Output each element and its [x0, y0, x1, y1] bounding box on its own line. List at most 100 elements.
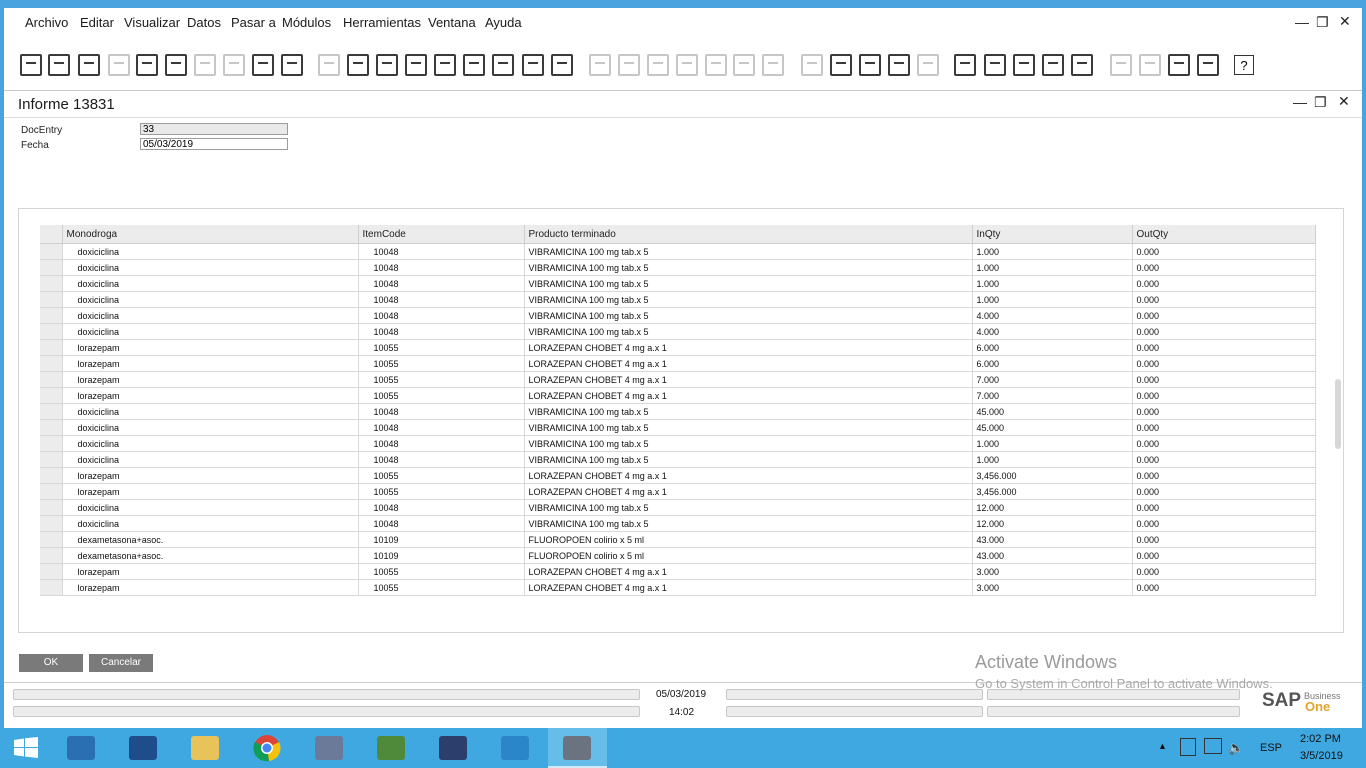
- settings-icon[interactable]: [830, 54, 852, 76]
- cell-outqty[interactable]: 0.000: [1132, 355, 1316, 372]
- cell-itemcode[interactable]: 10048: [358, 243, 525, 260]
- menu-visualizar[interactable]: Visualizar: [124, 15, 180, 30]
- row-selector[interactable]: [40, 355, 63, 372]
- cell-monodroga[interactable]: lorazepam: [62, 467, 359, 484]
- cell-inqty[interactable]: 1.000: [972, 451, 1133, 468]
- refresh-icon[interactable]: [492, 54, 514, 76]
- row-selector[interactable]: [40, 435, 63, 452]
- form-restore-icon[interactable]: ❐: [1314, 94, 1327, 111]
- cell-inqty[interactable]: 1.000: [972, 435, 1133, 452]
- cell-monodroga[interactable]: lorazepam: [62, 371, 359, 388]
- cell-monodroga[interactable]: lorazepam: [62, 355, 359, 372]
- cell-outqty[interactable]: 0.000: [1132, 291, 1316, 308]
- table-row[interactable]: doxiciclina 10048 VIBRAMICINA 100 mg tab.x…: [40, 243, 1316, 260]
- form-close-icon[interactable]: ✕: [1338, 93, 1350, 110]
- cell-itemcode[interactable]: 10055: [358, 339, 525, 356]
- cell-monodroga[interactable]: lorazepam: [62, 339, 359, 356]
- cell-outqty[interactable]: 0.000: [1132, 531, 1316, 548]
- help-icon[interactable]: ?: [1234, 55, 1254, 75]
- cell-inqty[interactable]: 6.000: [972, 355, 1133, 372]
- cell-itemcode[interactable]: 10048: [358, 515, 525, 532]
- approval-icon[interactable]: [954, 54, 976, 76]
- table-row[interactable]: doxiciclina 10048 VIBRAMICINA 100 mg tab.x…: [40, 307, 1316, 324]
- cell-producto[interactable]: LORAZEPAN CHOBET 4 mg a.x 1: [524, 355, 973, 372]
- first-record-icon[interactable]: [376, 54, 398, 76]
- sort-icon[interactable]: [551, 54, 573, 76]
- table-row[interactable]: lorazepam 10055 LORAZEPAN CHOBET 4 mg a.x …: [40, 467, 1316, 484]
- menu-datos[interactable]: Datos: [187, 15, 221, 30]
- row-selector[interactable]: [40, 419, 63, 436]
- tray-language[interactable]: ESP: [1260, 742, 1282, 754]
- move-icon[interactable]: [252, 54, 274, 76]
- cell-inqty[interactable]: 3,456.000: [972, 483, 1133, 500]
- table-row[interactable]: lorazepam 10055 LORAZEPAN CHOBET 4 mg a.x …: [40, 339, 1316, 356]
- table-row[interactable]: doxiciclina 10048 VIBRAMICINA 100 mg tab.x…: [40, 259, 1316, 276]
- cell-monodroga[interactable]: lorazepam: [62, 579, 359, 596]
- fax-icon[interactable]: [136, 54, 158, 76]
- cell-inqty[interactable]: 4.000: [972, 323, 1133, 340]
- row-selector[interactable]: [40, 515, 63, 532]
- cell-outqty[interactable]: 0.000: [1132, 243, 1316, 260]
- row-selector[interactable]: [40, 563, 63, 580]
- cell-producto[interactable]: VIBRAMICINA 100 mg tab.x 5: [524, 291, 973, 308]
- taskbar-app-3[interactable]: [424, 728, 483, 768]
- tray-expand-icon[interactable]: ▲: [1158, 741, 1167, 751]
- cell-producto[interactable]: FLUOROPOEN colirio x 5 ml: [524, 547, 973, 564]
- taskbar-powershell[interactable]: [114, 728, 173, 768]
- cell-inqty[interactable]: 6.000: [972, 339, 1133, 356]
- row-selector[interactable]: [40, 499, 63, 516]
- taskbar-app-2[interactable]: [362, 728, 421, 768]
- menu-modulos[interactable]: Módulos: [282, 15, 331, 30]
- target-document-icon[interactable]: [618, 54, 640, 76]
- cell-monodroga[interactable]: doxiciclina: [62, 307, 359, 324]
- cell-outqty[interactable]: 0.000: [1132, 275, 1316, 292]
- menu-pasar-a[interactable]: Pasar a: [231, 15, 276, 30]
- row-selector[interactable]: [40, 291, 63, 308]
- cell-itemcode[interactable]: 10048: [358, 403, 525, 420]
- cell-inqty[interactable]: 3,456.000: [972, 467, 1133, 484]
- cell-producto[interactable]: VIBRAMICINA 100 mg tab.x 5: [524, 451, 973, 468]
- row-selector[interactable]: [40, 259, 63, 276]
- cell-inqty[interactable]: 3.000: [972, 563, 1133, 580]
- cell-producto[interactable]: VIBRAMICINA 100 mg tab.x 5: [524, 243, 973, 260]
- row-selector[interactable]: [40, 483, 63, 500]
- cell-producto[interactable]: VIBRAMICINA 100 mg tab.x 5: [524, 499, 973, 516]
- cell-itemcode[interactable]: 10048: [358, 451, 525, 468]
- cell-producto[interactable]: LORAZEPAN CHOBET 4 mg a.x 1: [524, 387, 973, 404]
- table-row[interactable]: doxiciclina 10048 VIBRAMICINA 100 mg tab.x…: [40, 499, 1316, 516]
- table-row[interactable]: doxiciclina 10048 VIBRAMICINA 100 mg tab.x…: [40, 275, 1316, 292]
- tray-clock-date[interactable]: 3/5/2019: [1300, 750, 1343, 762]
- app-close-icon[interactable]: ✕: [1339, 13, 1351, 30]
- ok-button[interactable]: OK: [19, 654, 83, 672]
- cell-itemcode[interactable]: 10055: [358, 467, 525, 484]
- taskbar-chrome[interactable]: [238, 728, 297, 768]
- docentry-field[interactable]: 33: [140, 123, 288, 135]
- cell-monodroga[interactable]: doxiciclina: [62, 291, 359, 308]
- previous-record-icon[interactable]: [405, 54, 427, 76]
- cell-outqty[interactable]: 0.000: [1132, 371, 1316, 388]
- table-row[interactable]: doxiciclina 10048 VIBRAMICINA 100 mg tab.x…: [40, 291, 1316, 308]
- tray-network-icon[interactable]: [1204, 738, 1222, 754]
- fecha-field[interactable]: 05/03/2019: [140, 138, 288, 150]
- row-selector[interactable]: [40, 579, 63, 596]
- table-row[interactable]: dexametasona+asoc. 10109 FLUOROPOEN coliri…: [40, 547, 1316, 564]
- cell-inqty[interactable]: 45.000: [972, 403, 1133, 420]
- cell-producto[interactable]: VIBRAMICINA 100 mg tab.x 5: [524, 307, 973, 324]
- cell-producto[interactable]: LORAZEPAN CHOBET 4 mg a.x 1: [524, 563, 973, 580]
- cell-monodroga[interactable]: doxiciclina: [62, 323, 359, 340]
- binoculars-icon[interactable]: [318, 54, 340, 76]
- col-header-itemcode[interactable]: ItemCode: [358, 225, 525, 244]
- table-row[interactable]: doxiciclina 10048 VIBRAMICINA 100 mg tab.x…: [40, 435, 1316, 452]
- cell-producto[interactable]: VIBRAMICINA 100 mg tab.x 5: [524, 323, 973, 340]
- cash-icon[interactable]: [676, 54, 698, 76]
- cell-producto[interactable]: VIBRAMICINA 100 mg tab.x 5: [524, 435, 973, 452]
- row-selector[interactable]: [40, 243, 63, 260]
- table-row[interactable]: lorazepam 10055 LORAZEPAN CHOBET 4 mg a.x …: [40, 371, 1316, 388]
- cell-producto[interactable]: VIBRAMICINA 100 mg tab.x 5: [524, 259, 973, 276]
- cell-monodroga[interactable]: doxiciclina: [62, 419, 359, 436]
- cell-producto[interactable]: LORAZEPAN CHOBET 4 mg a.x 1: [524, 579, 973, 596]
- cell-outqty[interactable]: 0.000: [1132, 339, 1316, 356]
- cell-itemcode[interactable]: 10055: [358, 387, 525, 404]
- table-row[interactable]: doxiciclina 10048 VIBRAMICINA 100 mg tab.x…: [40, 515, 1316, 532]
- cell-monodroga[interactable]: doxiciclina: [62, 275, 359, 292]
